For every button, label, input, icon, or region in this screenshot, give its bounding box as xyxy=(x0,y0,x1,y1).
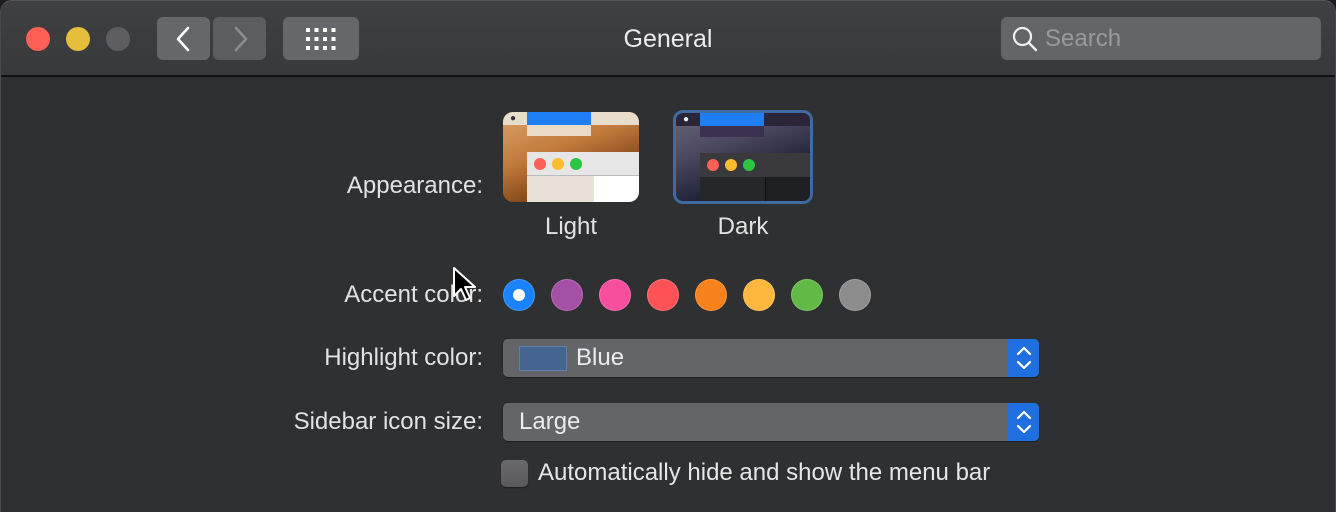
thumb-sidebar xyxy=(700,177,766,201)
thumb-close-dot xyxy=(707,159,719,171)
thumb-minimize-dot xyxy=(552,157,564,170)
accent-color-pink[interactable] xyxy=(599,279,631,311)
apple-logo-icon: ● xyxy=(510,113,517,124)
search-field[interactable] xyxy=(1001,17,1321,60)
accent-color-purple[interactable] xyxy=(551,279,583,311)
system-preferences-window: General Appearance: ● Light ● xyxy=(0,0,1336,512)
sidebar-icon-size-label: Sidebar icon size: xyxy=(293,408,483,435)
titlebar: General xyxy=(1,1,1335,77)
thumb-window-titlebar xyxy=(700,153,810,177)
auto-hide-menu-bar-label[interactable]: Automatically hide and show the menu bar xyxy=(538,459,990,487)
thumb-window xyxy=(527,152,639,202)
accent-color-orange[interactable] xyxy=(695,279,727,311)
appearance-light-label: Light xyxy=(544,213,598,240)
selected-indicator-icon xyxy=(513,289,525,301)
accent-color-blue[interactable] xyxy=(503,279,535,311)
sidebar-icon-size-popup[interactable]: Large xyxy=(503,403,1039,441)
thumb-window xyxy=(700,153,810,201)
accent-color-graphite[interactable] xyxy=(839,279,871,311)
highlight-color-label: Highlight color: xyxy=(324,344,483,371)
chevron-up-down-icon xyxy=(1016,410,1031,434)
thumb-content xyxy=(594,176,639,202)
mouse-cursor-icon xyxy=(453,267,476,301)
thumb-menu-dropdown xyxy=(700,126,764,137)
thumb-close-dot xyxy=(534,157,546,170)
search-input[interactable] xyxy=(1045,24,1305,53)
thumb-window-body xyxy=(700,177,810,201)
thumb-zoom-dot xyxy=(570,157,582,170)
popup-stepper[interactable] xyxy=(1008,403,1039,441)
appearance-dark-option[interactable]: ● xyxy=(673,110,813,204)
sidebar-icon-size-value: Large xyxy=(519,408,581,435)
highlight-color-value: Blue xyxy=(576,344,625,371)
thumb-menu-dropdown xyxy=(527,125,591,136)
thumb-menu-highlight xyxy=(527,112,591,125)
thumb-window-body xyxy=(527,176,639,202)
accent-color-yellow[interactable] xyxy=(743,279,775,311)
thumb-content xyxy=(766,177,810,201)
appearance-dark-label: Dark xyxy=(717,213,769,240)
highlight-color-popup[interactable]: Blue xyxy=(503,339,1039,377)
auto-hide-menu-bar-checkbox[interactable] xyxy=(501,459,528,487)
thumb-minimize-dot xyxy=(725,159,737,171)
popup-stepper[interactable] xyxy=(1008,339,1039,377)
thumb-menu-highlight xyxy=(700,113,764,126)
appearance-light-option[interactable]: ● xyxy=(503,112,639,202)
auto-hide-menu-bar-row[interactable]: Automatically hide and show the menu bar xyxy=(501,459,990,487)
search-icon xyxy=(1012,26,1038,51)
thumb-sidebar xyxy=(527,176,595,202)
thumb-window-titlebar xyxy=(527,152,639,176)
chevron-up-down-icon xyxy=(1016,346,1031,370)
accent-color-green[interactable] xyxy=(791,279,823,311)
accent-color-red[interactable] xyxy=(647,279,679,311)
appearance-label: Appearance: xyxy=(346,172,483,199)
thumb-zoom-dot xyxy=(743,159,755,171)
highlight-color-swatch xyxy=(519,345,567,371)
apple-logo-icon: ● xyxy=(683,114,690,125)
